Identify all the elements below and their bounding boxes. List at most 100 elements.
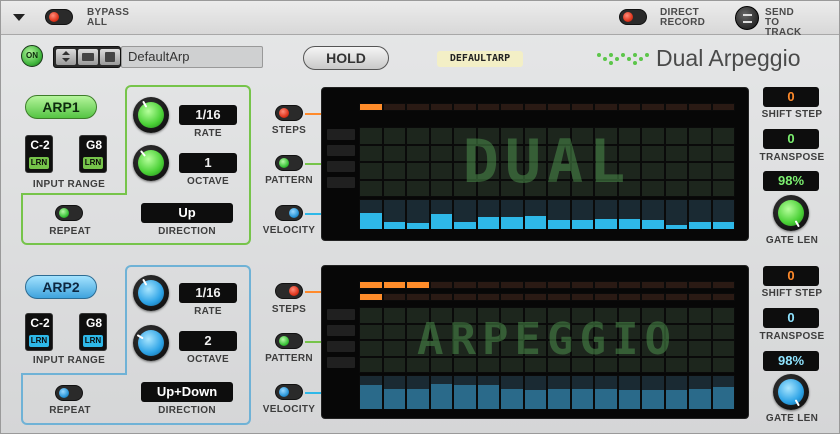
arp2-pattern-cell[interactable] [688, 323, 712, 340]
arp2-velocity-bar[interactable] [524, 390, 546, 409]
arp1-pattern-cell[interactable] [476, 127, 500, 145]
arp2-pattern-cell[interactable] [523, 356, 547, 373]
arp1-velocity-bar[interactable] [524, 215, 546, 229]
arp2-pattern-cell[interactable] [500, 340, 524, 357]
arp2-velocity-bar[interactable] [430, 383, 452, 409]
arp1-octave-knob[interactable] [133, 145, 169, 181]
arp1-pattern-cell[interactable] [500, 127, 524, 145]
arp1-pattern-cell[interactable] [382, 144, 406, 162]
arp1-velocity-bar[interactable] [595, 218, 617, 229]
arp1-step-cell[interactable] [664, 103, 688, 111]
arp1-pattern-cell[interactable] [406, 127, 430, 145]
arp1-step-cell[interactable] [382, 103, 406, 111]
arp2-pattern-cell[interactable] [359, 307, 383, 324]
arp2-velocity-bar[interactable] [454, 385, 476, 409]
arp2-pattern-cell[interactable] [641, 323, 665, 340]
arp2-step-cell[interactable] [664, 293, 688, 301]
arp2-pattern-cell[interactable] [453, 307, 477, 324]
arp2-pattern-cell[interactable] [664, 307, 688, 324]
arp1-pattern-cell[interactable] [688, 179, 712, 197]
arp2-pattern-grid[interactable]: ARPEGGIO [359, 307, 735, 373]
arp1-pattern-cell[interactable] [711, 144, 735, 162]
arp2-pattern-cell[interactable] [476, 323, 500, 340]
arp2-pattern-cell[interactable] [500, 307, 524, 324]
arp2-pattern-cell[interactable] [711, 340, 735, 357]
arp2-pattern-cell[interactable] [382, 340, 406, 357]
arp2-octave-knob[interactable] [133, 325, 169, 361]
arp2-range-high[interactable]: G8 LRN [79, 313, 107, 351]
arp1-pattern-cell[interactable] [547, 127, 571, 145]
arp2-pattern-cell[interactable] [476, 340, 500, 357]
arp2-range-low-learn[interactable]: LRN [29, 335, 49, 347]
arp2-step-cell[interactable] [500, 281, 524, 289]
arp2-pattern-cell[interactable] [382, 356, 406, 373]
arp2-step-cell[interactable] [711, 281, 735, 289]
arp1-pattern-cell[interactable] [429, 162, 453, 180]
arp2-shift-step-display[interactable]: 0 [763, 266, 819, 286]
arp1-pattern-toggle[interactable] [275, 155, 303, 171]
arp1-rate-knob[interactable] [133, 97, 169, 133]
arp2-step-cell[interactable] [641, 281, 665, 289]
arp1-pattern-cell[interactable] [711, 179, 735, 197]
arp1-velocity-bar[interactable] [689, 221, 711, 229]
arp1-velocity-lane[interactable] [359, 199, 735, 229]
arp1-pattern-cell[interactable] [359, 179, 383, 197]
arp2-step-cell[interactable] [359, 293, 383, 301]
arp1-pattern-cell[interactable] [664, 162, 688, 180]
arp2-pattern-cell[interactable] [523, 340, 547, 357]
arp1-pattern-cell[interactable] [453, 127, 477, 145]
arp2-velocity-bar[interactable] [665, 390, 687, 409]
prev-next-patch-button[interactable] [56, 49, 76, 65]
arp2-pattern-cell[interactable] [570, 356, 594, 373]
arp1-range-low[interactable]: C-2 LRN [25, 135, 53, 173]
arp1-pattern-cell[interactable] [500, 144, 524, 162]
arp2-range-low[interactable]: C-2 LRN [25, 313, 53, 351]
arp1-velocity-bar[interactable] [383, 221, 405, 229]
arp2-pattern-cell[interactable] [664, 356, 688, 373]
arp1-pattern-cell[interactable] [688, 127, 712, 145]
arp2-pattern-cell[interactable] [711, 307, 735, 324]
arp2-pattern-cell[interactable] [382, 307, 406, 324]
arp2-pattern-cell[interactable] [523, 323, 547, 340]
send-to-track-button[interactable] [735, 6, 759, 30]
arp2-pattern-cell[interactable] [453, 323, 477, 340]
patch-name-display[interactable]: DefaultArp [121, 46, 263, 68]
arp2-velocity-bar[interactable] [595, 388, 617, 409]
arp2-steps-toggle[interactable] [275, 283, 303, 299]
arp1-octave-display[interactable]: 1 [179, 153, 237, 173]
arp2-pattern-cell[interactable] [570, 340, 594, 357]
arp1-step-cell[interactable] [476, 103, 500, 111]
arp2-step-cell[interactable] [476, 293, 500, 301]
arp2-pattern-cell[interactable] [453, 340, 477, 357]
arp2-step-cell[interactable] [711, 293, 735, 301]
arp2-step-cell[interactable] [382, 293, 406, 301]
arp2-gate-len-display[interactable]: 98% [763, 351, 819, 371]
arp1-velocity-bar[interactable] [360, 212, 382, 229]
arp2-velocity-bar[interactable] [618, 390, 640, 409]
arp1-step-cell[interactable] [500, 103, 524, 111]
arp2-pattern-cell[interactable] [523, 307, 547, 324]
arp2-pattern-cell[interactable] [617, 356, 641, 373]
arp2-velocity-bar[interactable] [383, 388, 405, 409]
arp2-pattern-cell[interactable] [406, 340, 430, 357]
arp2-velocity-lane[interactable] [359, 375, 735, 409]
arp1-velocity-bar[interactable] [548, 220, 570, 229]
arp2-pattern-cell[interactable] [664, 323, 688, 340]
arp2-step-cell[interactable] [500, 293, 524, 301]
arp2-step-cell[interactable] [617, 281, 641, 289]
arp1-pattern-cell[interactable] [664, 179, 688, 197]
arp1-pattern-cell[interactable] [594, 162, 618, 180]
arp2-pattern-cell[interactable] [547, 356, 571, 373]
arp1-pattern-cell[interactable] [359, 127, 383, 145]
arp1-velocity-bar[interactable] [665, 224, 687, 229]
arp1-step-cell[interactable] [594, 103, 618, 111]
folder-button[interactable] [78, 49, 98, 65]
arp2-pattern-cell[interactable] [641, 340, 665, 357]
arp1-pattern-cell[interactable] [406, 162, 430, 180]
arp1-pattern-cell[interactable] [429, 179, 453, 197]
arp2-velocity-bar[interactable] [571, 388, 593, 409]
arp1-pattern-cell[interactable] [570, 127, 594, 145]
arp2-pattern-cell[interactable] [594, 323, 618, 340]
hold-button[interactable]: HOLD [303, 46, 389, 70]
arp1-pattern-cell[interactable] [453, 162, 477, 180]
